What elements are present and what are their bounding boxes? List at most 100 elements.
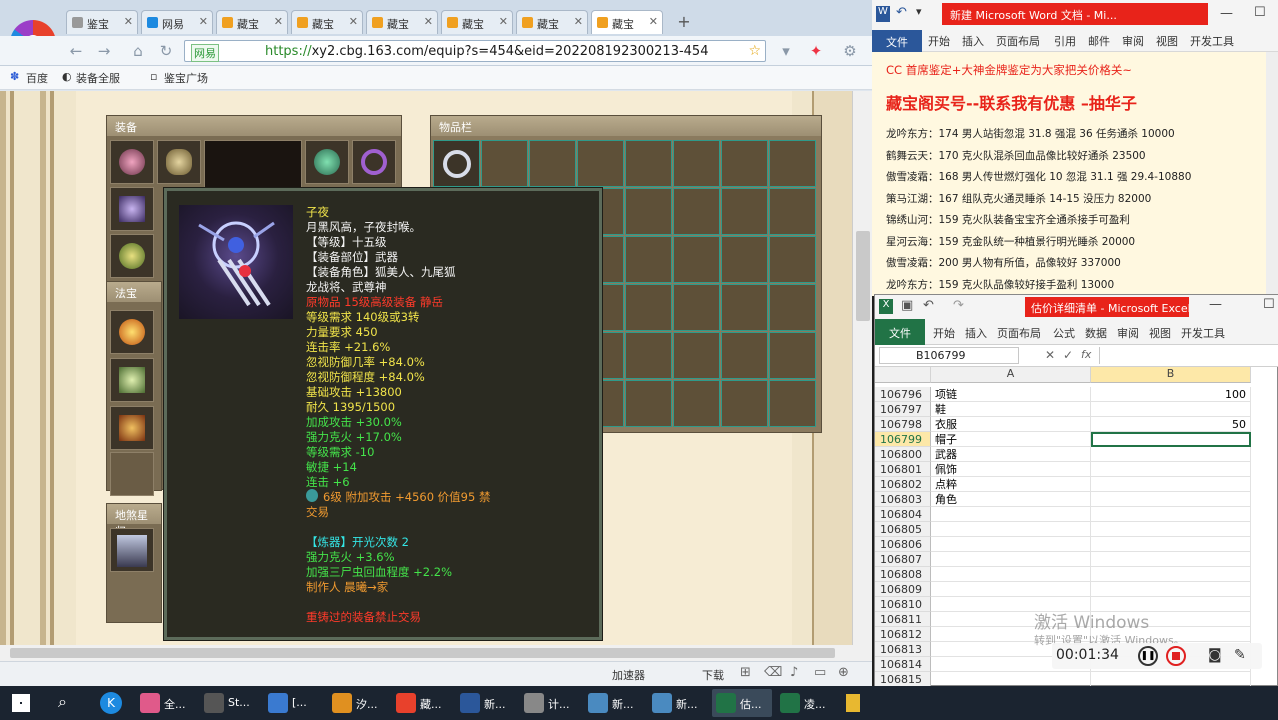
excel-ribbon-tab[interactable]: 视图	[1149, 325, 1171, 341]
inventory-slot[interactable]	[673, 236, 720, 283]
inventory-slot[interactable]	[577, 140, 624, 187]
row-header[interactable]: 106803	[875, 492, 931, 507]
bookmark-baidu[interactable]: 百度	[26, 70, 48, 86]
cell-a[interactable]	[931, 567, 1091, 582]
word-ribbon-tab[interactable]: 开发工具	[1190, 33, 1234, 49]
inventory-slot[interactable]	[625, 188, 672, 235]
cell-a[interactable]: 衣服	[931, 417, 1091, 432]
excel-ribbon-tab[interactable]: 审阅	[1117, 325, 1139, 341]
cell-b[interactable]	[1091, 432, 1251, 447]
fx-icon[interactable]: fx	[1081, 348, 1091, 361]
word-ribbon-tab[interactable]: 插入	[962, 33, 984, 49]
word-ribbon-tab[interactable]: 视图	[1156, 33, 1178, 49]
cell-b[interactable]	[1091, 507, 1251, 522]
taskbar-app[interactable]: 新...	[648, 689, 708, 717]
back-icon[interactable]: ←	[66, 41, 86, 61]
magic-slot-2[interactable]	[110, 358, 154, 402]
pen-icon[interactable]: ✎	[1234, 647, 1246, 663]
save-icon[interactable]: ▣	[901, 298, 913, 313]
row-header[interactable]: 106800	[875, 447, 931, 462]
word-ribbon-tab[interactable]: 引用	[1054, 33, 1076, 49]
inventory-slot[interactable]	[625, 380, 672, 427]
browser-tab[interactable]: 鉴宝 ✕	[66, 10, 138, 34]
cell-b[interactable]	[1091, 477, 1251, 492]
zoom-icon[interactable]: ⊕	[838, 665, 849, 680]
inventory-slot[interactable]	[481, 140, 528, 187]
tab-close-icon[interactable]: ✕	[574, 15, 583, 28]
magic-slot-1[interactable]	[110, 310, 154, 354]
camera-icon[interactable]: ◙	[1208, 647, 1222, 663]
excel-ribbon-tab[interactable]: 插入	[965, 325, 987, 341]
excel-undo-icon[interactable]: ↶	[923, 298, 934, 313]
column-header-b[interactable]: B	[1091, 367, 1251, 383]
tab-close-icon[interactable]: ✕	[274, 15, 283, 28]
taskbar-app[interactable]: 新...	[584, 689, 644, 717]
cell-a[interactable]	[931, 552, 1091, 567]
row-header[interactable]: 106807	[875, 552, 931, 567]
word-scrollbar[interactable]	[1266, 52, 1278, 296]
tools-icon[interactable]: ⚙	[840, 41, 860, 61]
horizontal-scrollbar[interactable]	[0, 645, 872, 661]
undo-icon[interactable]: ↶	[896, 5, 907, 20]
equip-slot-mask[interactable]	[305, 140, 349, 184]
inventory-slot[interactable]	[625, 284, 672, 331]
equip-slot-helmet[interactable]	[157, 140, 201, 184]
inventory-slot[interactable]	[673, 284, 720, 331]
cell-b[interactable]	[1091, 402, 1251, 417]
taskbar-app[interactable]: 新...	[456, 689, 516, 717]
cell-b[interactable]	[1091, 462, 1251, 477]
cell-b[interactable]	[1091, 552, 1251, 567]
star-icon[interactable]: ☆	[748, 43, 761, 59]
equip-slot-weapon[interactable]	[110, 187, 154, 231]
bookmark-equip[interactable]: 装备全服	[76, 70, 120, 86]
cell-a[interactable]: 帽子	[931, 432, 1091, 447]
row-header[interactable]: 106810	[875, 597, 931, 612]
inventory-slot[interactable]	[769, 284, 816, 331]
word-ribbon-tab[interactable]: 邮件	[1088, 33, 1110, 49]
cell-a[interactable]	[931, 507, 1091, 522]
row-header[interactable]: 106806	[875, 537, 931, 552]
taskbar-app[interactable]: 藏...	[392, 689, 452, 717]
row-header[interactable]: 106813	[875, 642, 931, 657]
cell-a[interactable]	[931, 522, 1091, 537]
row-header[interactable]: 106814	[875, 657, 931, 672]
stop-icon[interactable]	[1166, 646, 1186, 666]
forward-icon[interactable]: →	[94, 41, 114, 61]
inventory-slot[interactable]	[769, 140, 816, 187]
k-app-icon[interactable]: K	[100, 692, 122, 714]
taskbar-app[interactable]: St...	[200, 689, 260, 717]
magic-slot-3[interactable]	[110, 406, 154, 450]
inventory-slot[interactable]	[625, 140, 672, 187]
inventory-slot[interactable]	[721, 188, 768, 235]
tab-close-icon[interactable]: ✕	[499, 15, 508, 28]
row-header[interactable]: 106796	[875, 387, 931, 402]
select-all-corner[interactable]	[875, 367, 931, 383]
tab-close-icon[interactable]: ✕	[424, 15, 433, 28]
excel-maximize-icon[interactable]: ☐	[1263, 297, 1275, 312]
word-ribbon-tab[interactable]: 开始	[928, 33, 950, 49]
cell-b[interactable]	[1091, 492, 1251, 507]
tab-close-icon[interactable]: ✕	[199, 15, 208, 28]
inventory-slot[interactable]	[673, 332, 720, 379]
plus-icon[interactable]: ⊞	[740, 665, 751, 680]
excel-ribbon-tab[interactable]: 数据	[1085, 325, 1107, 341]
cell-b[interactable]	[1091, 447, 1251, 462]
quick-access-icon[interactable]: ▾	[916, 5, 922, 18]
new-tab-button[interactable]: +	[672, 12, 696, 34]
cell-a[interactable]	[931, 582, 1091, 597]
cell-a[interactable]	[931, 537, 1091, 552]
inventory-slot[interactable]	[625, 332, 672, 379]
taskbar-app[interactable]: 计...	[520, 689, 580, 717]
window-icon[interactable]: ▭	[814, 665, 826, 680]
excel-ribbon-tab[interactable]: 开发工具	[1181, 325, 1225, 341]
browser-tab[interactable]: 藏宝 ✕	[216, 10, 288, 34]
tab-close-icon[interactable]: ✕	[649, 15, 658, 28]
row-header[interactable]: 106797	[875, 402, 931, 417]
browser-tab[interactable]: 网易 ✕	[141, 10, 213, 34]
tab-close-icon[interactable]: ✕	[349, 15, 358, 28]
cell-a[interactable]: 项链	[931, 387, 1091, 402]
excel-ribbon-tab[interactable]: 公式	[1053, 325, 1075, 341]
browser-tab[interactable]: 藏宝 ✕	[291, 10, 363, 34]
accelerator-label[interactable]: 加速器	[612, 667, 645, 683]
dropdown-icon[interactable]: ▾	[776, 41, 796, 61]
